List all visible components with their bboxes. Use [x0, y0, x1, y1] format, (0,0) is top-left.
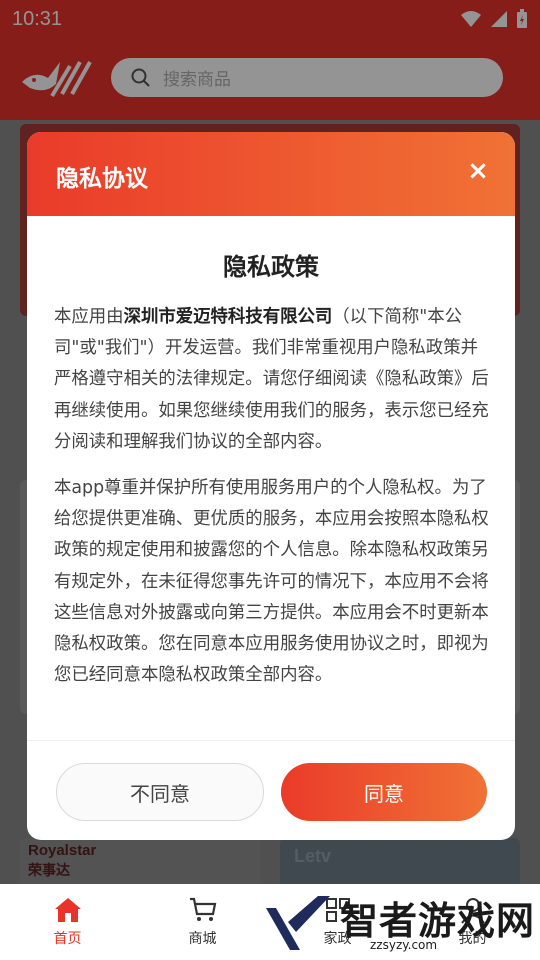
dialog-title: 隐私协议 — [56, 166, 148, 192]
home-icon — [54, 898, 81, 922]
policy-title: 隐私政策 — [223, 253, 319, 281]
nav-mall[interactable]: 商城 — [135, 884, 270, 960]
dialog-divider — [27, 740, 515, 741]
watermark: 智者游戏网 zzsyzy.com — [260, 888, 540, 960]
privacy-dialog: 隐私协议 × 隐私政策 本应用由深圳市爱迈特科技有限公司（以下简称"本公司"或"… — [27, 132, 515, 840]
agree-button[interactable]: 同意 — [281, 763, 487, 821]
disagree-button[interactable]: 不同意 — [56, 763, 264, 821]
policy-paragraph-2: 本app尊重并保护所有使用服务用户的个人隐私权。为了给您提供更准确、更优质的服务… — [54, 478, 489, 686]
policy-body[interactable]: 本应用由深圳市爱迈特科技有限公司（以下简称"本公司"或"我们"）开发运营。我们非… — [54, 302, 492, 740]
policy-paragraph-1: 本应用由深圳市爱迈特科技有限公司（以下简称"本公司"或"我们"）开发运营。我们非… — [54, 307, 489, 452]
watermark-text: 智者游戏网 — [340, 899, 536, 943]
nav-home-label: 首页 — [53, 931, 82, 947]
watermark-logo — [266, 896, 330, 950]
nav-mall-label: 商城 — [188, 931, 217, 947]
cart-icon — [189, 897, 216, 921]
company-name: 深圳市爱迈特科技有限公司 — [123, 307, 333, 327]
dialog-header: 隐私协议 × — [27, 132, 515, 216]
nav-home[interactable]: 首页 — [0, 884, 135, 960]
watermark-url: zzsyzy.com — [370, 938, 438, 952]
close-icon[interactable]: × — [463, 156, 493, 186]
